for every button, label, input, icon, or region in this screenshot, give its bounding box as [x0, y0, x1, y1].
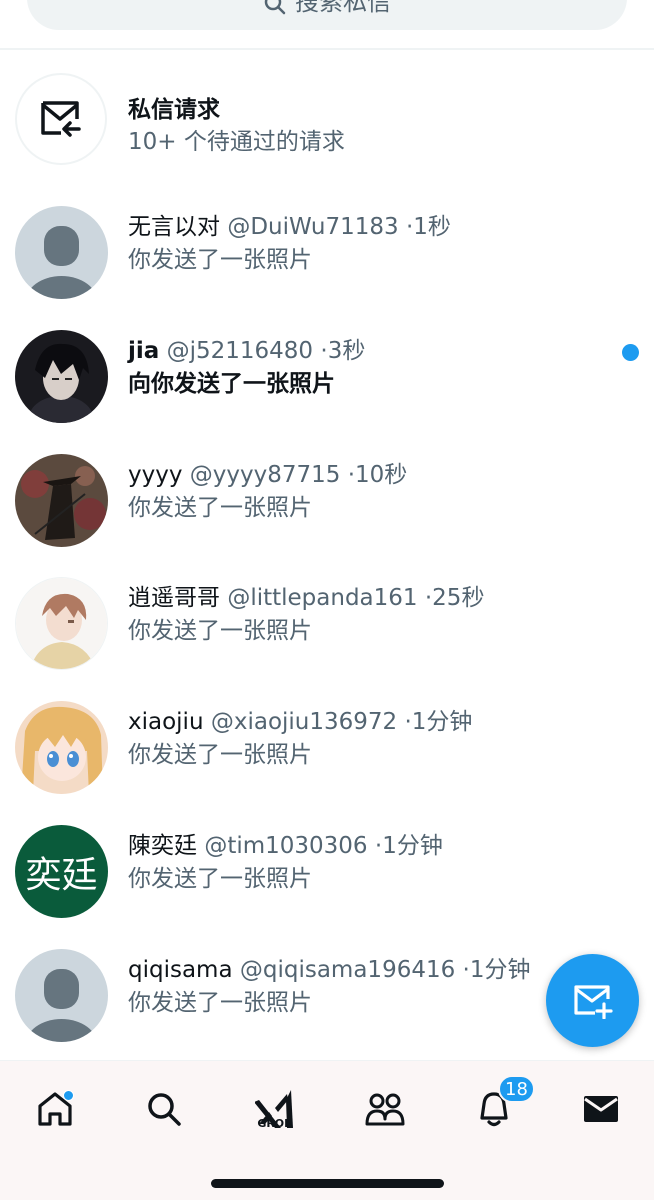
conversation-header: xiaojiu @xiaojiu136972 ·1分钟	[128, 707, 472, 737]
sender-handle: @yyyy87715	[189, 462, 341, 488]
conversation-header: qiqisama @qiqisama196416 ·1分钟	[128, 955, 531, 985]
search-placeholder: 搜索私信	[295, 0, 391, 16]
nav-home[interactable]	[25, 1079, 85, 1139]
nav-messages[interactable]	[571, 1079, 631, 1139]
message-preview: 你发送了一张照片	[128, 866, 312, 892]
sender-handle: @DuiWu71183	[227, 214, 399, 240]
sender-handle: @j52116480	[166, 338, 314, 364]
conversation-header: 逍遥哥哥 @littlepanda161 ·25秒	[128, 583, 484, 613]
compose-message-icon	[573, 984, 613, 1019]
separator-dot: ·	[404, 709, 412, 735]
nav-grok[interactable]	[245, 1079, 305, 1139]
anime-girl-avatar[interactable]	[15, 701, 108, 794]
anime-boy-dark-avatar[interactable]	[15, 330, 108, 423]
conversation-header: 陳奕廷 @tim1030306 ·1分钟	[128, 831, 443, 861]
message-preview: 你发送了一张照片	[128, 247, 312, 273]
conversation-header: jia @j52116480 ·3秒	[128, 336, 365, 366]
conversation-item[interactable]: yyyy @yyyy87715 ·10秒 你发送了一张照片	[0, 454, 654, 578]
default-avatar[interactable]	[15, 206, 108, 299]
timestamp: 1分钟	[382, 833, 443, 859]
separator-dot: ·	[320, 338, 328, 364]
anime-boy-light-avatar[interactable]	[15, 577, 108, 670]
communities-icon	[365, 1093, 405, 1126]
search-icon	[264, 0, 286, 15]
nav-search[interactable]	[134, 1079, 194, 1139]
timestamp: 1分钟	[411, 709, 473, 735]
message-preview: 你发送了一张照片	[128, 618, 312, 644]
requests-subtitle: 10+ 个待通过的请求	[128, 129, 345, 155]
separator-dot: ·	[347, 462, 356, 488]
sender-handle: @xiaojiu136972	[210, 709, 398, 735]
sender-name: 陳奕廷	[128, 833, 197, 859]
grok-label: GROK	[257, 1117, 293, 1130]
sender-handle: @qiqisama196416	[239, 957, 456, 983]
search-area: 搜索私信	[0, 0, 654, 50]
nav-notifications[interactable]: 18	[464, 1075, 535, 1139]
samurai-avatar[interactable]	[15, 454, 108, 547]
timestamp: 10秒	[355, 462, 408, 488]
sender-handle: @littlepanda161	[227, 585, 418, 611]
timestamp: 1秒	[413, 214, 451, 240]
home-indicator	[211, 1179, 444, 1188]
message-preview: 你发送了一张照片	[128, 742, 312, 768]
text-avatar[interactable]: 奕廷	[15, 825, 108, 918]
envelope-icon	[584, 1096, 618, 1122]
message-preview: 你发送了一张照片	[128, 495, 312, 521]
sender-name: yyyy	[128, 462, 183, 488]
sender-name: jia	[128, 338, 160, 364]
sender-name: 无言以对	[128, 214, 220, 240]
nav-communities[interactable]	[355, 1079, 415, 1139]
conversation-item[interactable]: 无言以对 @DuiWu71183 ·1秒 你发送了一张照片	[0, 206, 654, 330]
notifications-badge: 18	[498, 1075, 535, 1103]
sender-name: qiqisama	[128, 957, 233, 983]
separator-dot: ·	[462, 957, 470, 983]
message-preview: 你发送了一张照片	[128, 990, 312, 1016]
requests-title: 私信请求	[128, 97, 220, 123]
sender-handle: @tim1030306	[204, 833, 368, 859]
conversation-item[interactable]: 逍遥哥哥 @littlepanda161 ·25秒 你发送了一张照片	[0, 577, 654, 701]
timestamp: 25秒	[432, 585, 485, 611]
timestamp: 1分钟	[469, 957, 531, 983]
sender-name: 逍遥哥哥	[128, 585, 220, 611]
unread-indicator	[622, 344, 639, 361]
message-preview: 向你发送了一张照片	[128, 371, 335, 397]
conversation-item[interactable]: jia @j52116480 ·3秒 向你发送了一张照片	[0, 330, 654, 454]
conversation-header: yyyy @yyyy87715 ·10秒	[128, 460, 407, 490]
conversation-item[interactable]: xiaojiu @xiaojiu136972 ·1分钟 你发送了一张照片	[0, 701, 654, 825]
sender-name: xiaojiu	[128, 709, 204, 735]
conversation-item[interactable]: 奕廷 陳奕廷 @tim1030306 ·1分钟 你发送了一张照片	[0, 825, 654, 949]
home-notification-dot	[63, 1090, 74, 1101]
timestamp: 3秒	[327, 338, 366, 364]
search-icon	[148, 1093, 181, 1126]
search-input[interactable]: 搜索私信	[27, 0, 627, 30]
new-message-button[interactable]	[546, 954, 639, 1047]
message-request-icon	[15, 73, 107, 165]
message-requests-row[interactable]: 私信请求 10+ 个待通过的请求	[0, 70, 654, 170]
conversation-header: 无言以对 @DuiWu71183 ·1秒	[128, 212, 451, 242]
default-avatar[interactable]	[15, 949, 108, 1042]
